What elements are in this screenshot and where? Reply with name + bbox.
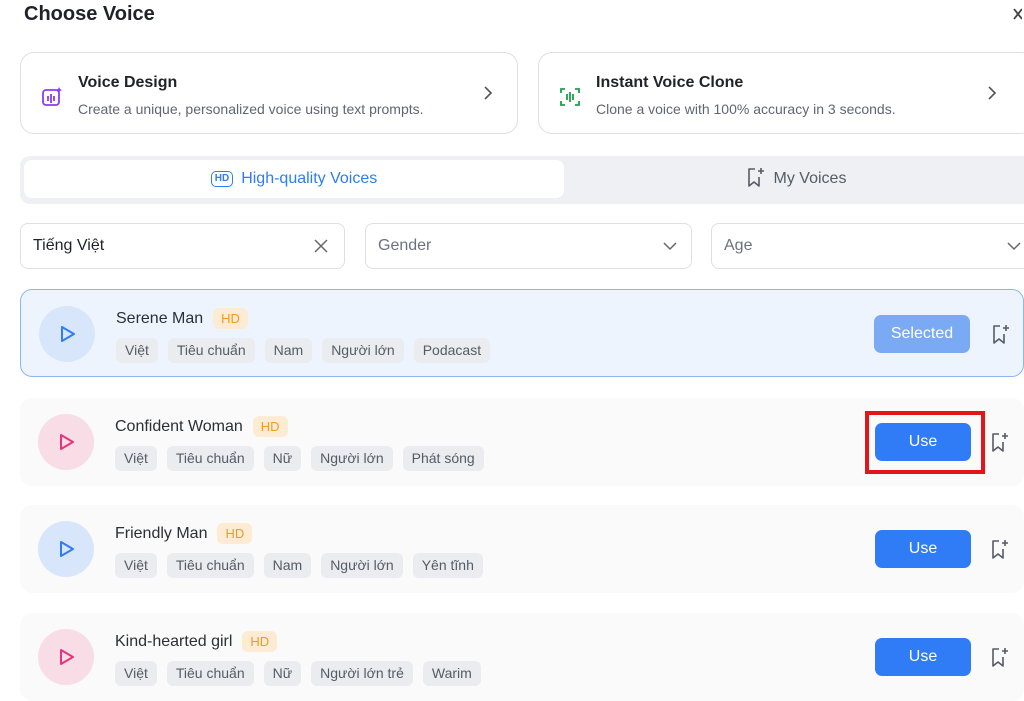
gender-select[interactable]: Gender bbox=[365, 223, 692, 269]
tag: Việt bbox=[115, 446, 157, 471]
gender-placeholder: Gender bbox=[378, 237, 432, 254]
tag: Nữ bbox=[263, 446, 302, 471]
selected-button[interactable]: Selected bbox=[874, 315, 970, 353]
highlight-box bbox=[865, 411, 985, 474]
tag: Việt bbox=[115, 661, 157, 686]
hd-badge: HD bbox=[217, 523, 253, 544]
tag: Người lớn bbox=[322, 338, 404, 363]
tag: Người lớn bbox=[311, 446, 393, 471]
voice-name: Kind-hearted girl bbox=[115, 632, 233, 650]
tag: Nam bbox=[263, 553, 312, 578]
hd-badge: HD bbox=[213, 308, 248, 329]
tag-list: Việt Tiêu chuẩn Nam Người lớn Yên tĩnh bbox=[115, 553, 483, 578]
tag: Nữ bbox=[263, 661, 302, 686]
play-icon bbox=[60, 434, 74, 450]
tab-label: High-quality Voices bbox=[241, 170, 378, 187]
tag-list: Việt Tiêu chuẩn Nữ Người lớn trẻ Warim bbox=[115, 661, 481, 686]
voice-clone-desc: Clone a voice with 100% accuracy in 3 se… bbox=[596, 101, 896, 117]
play-button[interactable] bbox=[38, 414, 94, 470]
tag: Phát sóng bbox=[402, 446, 484, 471]
hd-badge: HD bbox=[252, 416, 288, 437]
voice-name: Confident Woman bbox=[115, 417, 243, 435]
bookmark-add-icon[interactable] bbox=[989, 323, 1011, 345]
language-filter[interactable]: Tiếng Việt bbox=[20, 223, 345, 269]
language-value: Tiếng Việt bbox=[33, 237, 105, 254]
bookmark-add-icon[interactable] bbox=[988, 431, 1010, 453]
close-icon[interactable] bbox=[1012, 4, 1023, 28]
voice-clone-title: Instant Voice Clone bbox=[596, 74, 744, 91]
tag: Podacast bbox=[413, 338, 491, 363]
tag: Việt bbox=[116, 338, 158, 363]
instant-voice-clone-card[interactable]: Instant Voice Clone Clone a voice with 1… bbox=[538, 52, 1024, 134]
play-icon bbox=[60, 649, 74, 665]
tab-label: My Voices bbox=[773, 170, 847, 187]
dialog-title: Choose Voice bbox=[24, 3, 155, 25]
tag-list: Việt Tiêu chuẩn Nam Người lớn Podacast bbox=[116, 338, 491, 363]
hd-badge: HD bbox=[242, 631, 278, 652]
voice-design-card[interactable]: Voice Design Create a unique, personaliz… bbox=[20, 52, 518, 134]
voice-design-title: Voice Design bbox=[78, 74, 178, 91]
voice-row[interactable]: Serene Man HD Việt Tiêu chuẩn Nam Người … bbox=[20, 289, 1024, 377]
tag: Tiêu chuẩn bbox=[167, 338, 255, 363]
voice-name: Friendly Man bbox=[115, 524, 208, 542]
tag: Nam bbox=[264, 338, 313, 363]
voice-name: Serene Man bbox=[116, 309, 204, 327]
age-placeholder: Age bbox=[724, 237, 753, 254]
play-button[interactable] bbox=[38, 629, 94, 685]
tag: Warim bbox=[422, 661, 481, 686]
tag: Tiêu chuẩn bbox=[166, 446, 254, 471]
hd-icon: HD bbox=[210, 171, 234, 187]
play-icon bbox=[61, 326, 75, 342]
chevron-down-icon bbox=[663, 239, 677, 253]
play-icon bbox=[60, 541, 74, 557]
chevron-right-icon bbox=[985, 86, 999, 100]
voice-design-desc: Create a unique, personalized voice usin… bbox=[78, 101, 424, 117]
tag: Tiêu chuẩn bbox=[166, 553, 254, 578]
tab-my-voices[interactable]: My Voices bbox=[566, 160, 1024, 198]
voice-tabs: HD High-quality Voices My Voices bbox=[20, 156, 1024, 204]
bookmark-add-icon[interactable] bbox=[988, 538, 1010, 560]
play-button[interactable] bbox=[38, 521, 94, 577]
tag: Yên tĩnh bbox=[412, 553, 483, 578]
tag: Người lớn trẻ bbox=[311, 661, 413, 686]
tag: Tiêu chuẩn bbox=[166, 661, 254, 686]
voice-row[interactable]: Friendly Man HD Việt Tiêu chuẩn Nam Ngườ… bbox=[20, 505, 1024, 593]
play-button[interactable] bbox=[39, 306, 95, 362]
clear-icon[interactable] bbox=[314, 239, 328, 253]
age-select[interactable]: Age bbox=[711, 223, 1024, 269]
bookmark-add-icon bbox=[744, 166, 766, 193]
use-button[interactable]: Use bbox=[875, 638, 971, 676]
use-button[interactable]: Use bbox=[875, 530, 971, 568]
bookmark-add-icon[interactable] bbox=[988, 646, 1010, 668]
voice-design-icon bbox=[41, 86, 63, 108]
tag: Việt bbox=[115, 553, 157, 578]
voice-row[interactable]: Kind-hearted girl HD Việt Tiêu chuẩn Nữ … bbox=[20, 613, 1024, 701]
chevron-right-icon bbox=[481, 86, 495, 100]
chevron-down-icon bbox=[1007, 239, 1021, 253]
tab-high-quality-voices[interactable]: HD High-quality Voices bbox=[24, 160, 564, 198]
voice-clone-icon bbox=[559, 86, 581, 108]
tag: Người lớn bbox=[321, 553, 403, 578]
tag-list: Việt Tiêu chuẩn Nữ Người lớn Phát sóng bbox=[115, 446, 484, 471]
